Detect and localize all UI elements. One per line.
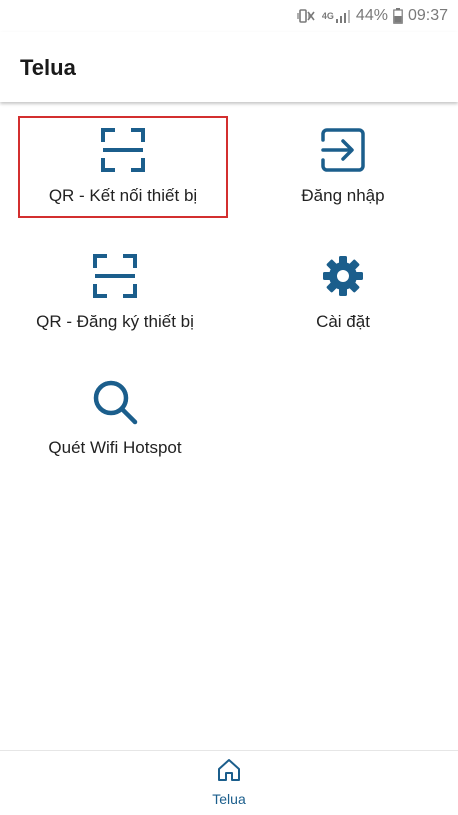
screen: 4G 44% 09:37 Telua QR - Kết nối thiết bị… [0,0,458,815]
network-type: 4G [321,11,334,21]
mute-vibrate-icon [297,8,317,24]
battery-percent: 44% [355,7,388,24]
menu-item-label: QR - Kết nối thiết bị [48,186,198,205]
nav-item-home[interactable]: Telua [199,757,259,813]
menu-item-qr-register[interactable]: QR - Đăng ký thiết bị [12,244,218,342]
status-bar: 4G 44% 09:37 [0,0,458,32]
menu-item-label: Cài đặt [316,312,370,331]
menu-item-settings[interactable]: Cài đặt [240,244,446,342]
menu-item-wifi-scan[interactable]: Quét Wifi Hotspot [12,370,218,468]
menu-item-qr-connect[interactable]: QR - Kết nối thiết bị [18,116,228,218]
nav-item-label: Telua [212,791,246,807]
bottom-nav: Telua [0,750,458,815]
home-icon [218,759,240,781]
app-title: Telua [20,55,76,80]
signal-icon [335,10,350,23]
clock: 09:37 [407,7,448,24]
menu-item-label: QR - Đăng ký thiết bị [36,312,194,331]
menu-item-label: Quét Wifi Hotspot [48,438,182,457]
battery-icon [393,8,403,24]
app-bar: Telua [0,32,458,102]
qr-scan-icon [101,128,145,172]
qr-scan-icon [93,254,137,298]
network-indicator: 4G [322,9,351,23]
gear-icon [323,256,363,296]
menu-item-label: Đăng nhập [301,186,385,205]
login-icon [321,128,365,172]
menu-item-login[interactable]: Đăng nhập [240,118,446,216]
search-icon [93,380,138,425]
